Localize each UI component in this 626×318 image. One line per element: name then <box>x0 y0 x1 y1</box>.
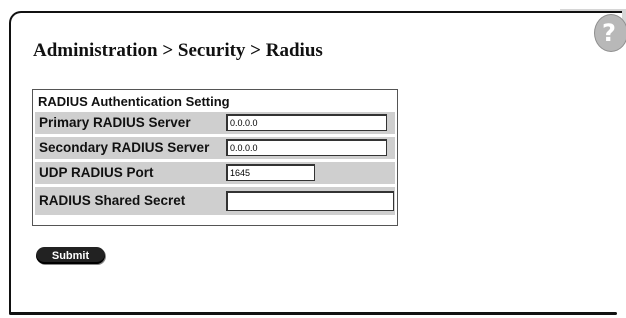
udp-port-row: UDP RADIUS Port <box>35 162 395 184</box>
secondary-server-input[interactable] <box>226 139 387 156</box>
help-button[interactable]: ? <box>594 14 626 52</box>
shared-secret-label: RADIUS Shared Secret <box>39 193 186 208</box>
primary-server-label: Primary RADIUS Server <box>39 115 191 130</box>
page-title-breadcrumb: Administration > Security > Radius <box>33 40 323 61</box>
frame-bottom-border <box>9 312 617 315</box>
help-icon: ? <box>602 19 616 47</box>
secondary-server-label: Secondary RADIUS Server <box>39 140 210 155</box>
udp-port-label: UDP RADIUS Port <box>39 165 154 180</box>
radius-settings-panel: RADIUS Authentication Setting Primary RA… <box>32 89 398 226</box>
primary-server-input[interactable] <box>226 114 387 131</box>
primary-server-row: Primary RADIUS Server <box>35 112 395 134</box>
udp-port-input[interactable] <box>226 164 315 181</box>
shared-secret-input[interactable] <box>226 191 394 211</box>
shared-secret-row: RADIUS Shared Secret <box>35 187 395 215</box>
submit-button[interactable]: Submit <box>36 247 105 264</box>
secondary-server-row: Secondary RADIUS Server <box>35 137 395 159</box>
panel-title: RADIUS Authentication Setting <box>38 94 230 109</box>
